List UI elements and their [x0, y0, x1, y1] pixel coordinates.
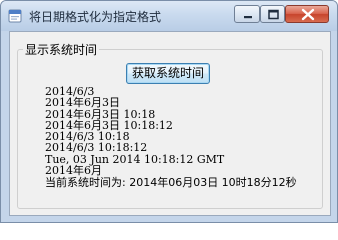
- maximize-icon: [268, 9, 279, 20]
- output-line-custom-format: 当前系统时间为: 2014年06月03日 10时18分12秒: [45, 176, 297, 190]
- window-title: 将日期格式化为指定格式: [29, 10, 162, 24]
- maximize-button[interactable]: [260, 5, 285, 23]
- form-client-area: 显示系统时间 获取系统时间 2014/6/3 2014年6月3日 2014年6月…: [9, 31, 331, 216]
- output-line-long-date: 2014年6月3日: [45, 96, 120, 110]
- minimize-icon: [244, 16, 252, 19]
- get-system-time-button[interactable]: 获取系统时间: [126, 63, 210, 84]
- close-button[interactable]: [285, 5, 329, 23]
- output-line-year-month: 2014年6月: [45, 164, 102, 178]
- groupbox-label: 显示系统时间: [23, 41, 100, 58]
- minimize-button[interactable]: [234, 5, 260, 23]
- app-window: 将日期格式化为指定格式 显示系统时间 获取系统时间 2014/6/3 2014年…: [0, 0, 338, 223]
- close-icon: [301, 8, 315, 21]
- title-bar[interactable]: 将日期格式化为指定格式: [1, 1, 337, 31]
- time-output-text: 2014/6/3 2014年6月3日 2014年6月3日 10:18 2014年…: [45, 86, 325, 190]
- app-icon: [8, 9, 22, 23]
